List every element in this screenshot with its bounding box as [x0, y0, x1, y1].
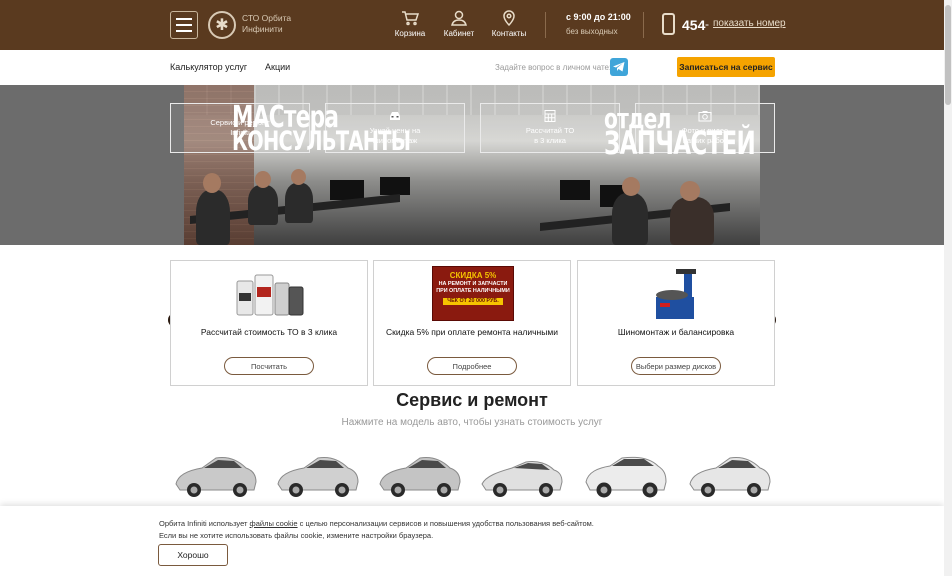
- phone-icon: [662, 13, 675, 35]
- promo-card-discount-title: Скидка 5% при оплате ремонта наличными: [386, 327, 558, 337]
- telegram-icon[interactable]: [610, 58, 628, 76]
- person: [248, 185, 278, 225]
- car-model-2[interactable]: [274, 448, 360, 500]
- person: [612, 193, 648, 245]
- cookie-text-part1: Орбита Infiniti использует: [159, 519, 250, 528]
- working-days: без выходных: [566, 27, 618, 36]
- monitor: [560, 180, 590, 200]
- cookie-text-line2: Если вы не хотите использовать файлы coo…: [159, 530, 434, 540]
- car-model-3[interactable]: [376, 448, 462, 500]
- logo-line-1: СТО Орбита: [242, 13, 292, 23]
- cookie-link[interactable]: файлы cookie: [250, 519, 298, 528]
- calculate-button[interactable]: Посчитать: [224, 357, 314, 375]
- details-button[interactable]: Подробнее: [427, 357, 517, 375]
- nav-cabinet-label: Кабинет: [443, 29, 475, 38]
- discount-banner-line4: ЧЕК ОТ 20 000 РУБ.: [443, 298, 503, 305]
- nav-contacts[interactable]: Контакты: [484, 10, 534, 38]
- discount-banner-line2: НА РЕМОНТ И ЗАПЧАСТИ: [438, 281, 508, 287]
- phone-number: 454: [682, 17, 706, 33]
- logo-wheel-icon[interactable]: ✱: [208, 11, 236, 39]
- section-title: Сервис и ремонт: [396, 390, 548, 410]
- paper-plane-icon: [613, 62, 625, 72]
- camera-icon: [698, 111, 712, 122]
- cookie-text: Орбита Infiniti использует файлы cookie …: [159, 518, 594, 541]
- nav-cart[interactable]: Корзина: [385, 10, 435, 38]
- person-head: [680, 181, 700, 201]
- discount-banner-line3: ПРИ ОПЛАТЕ НАЛИЧНЫМИ: [436, 288, 510, 294]
- menu-burger-button[interactable]: [170, 11, 198, 39]
- person-head: [291, 169, 306, 185]
- user-icon: [451, 10, 467, 26]
- car-model-1[interactable]: [172, 448, 258, 500]
- calculator-link[interactable]: Калькулятор услуг: [170, 62, 247, 72]
- nav-cabinet[interactable]: Кабинет: [434, 10, 484, 38]
- parts-handwriting-line2: ЗАПЧАСТЕЙ: [604, 124, 756, 162]
- logo-text[interactable]: СТО Орбита Инфинити: [242, 13, 291, 35]
- cookie-ok-button[interactable]: Хорошо: [158, 544, 228, 566]
- promotions-link[interactable]: Акции: [265, 62, 290, 72]
- oil-bottles-image: [236, 274, 304, 316]
- car-model-5[interactable]: [582, 448, 668, 500]
- location-pin-icon: [503, 10, 515, 26]
- person: [196, 190, 230, 245]
- cookie-banner: [0, 506, 944, 576]
- choose-disk-size-button[interactable]: Выбери размер дисков: [631, 357, 721, 375]
- book-service-button[interactable]: Записаться на сервис: [677, 57, 775, 77]
- hero-card-to[interactable]: Рассчитай ТО в 3 клика: [480, 103, 620, 153]
- hero-card-to-line2: в 3 клика: [534, 136, 566, 145]
- cart-icon: [402, 11, 419, 26]
- ask-question-text: Задайте вопрос в личном чате:: [495, 63, 612, 72]
- promo-card-to[interactable]: Рассчитай стоимость ТО в 3 клика Посчита…: [170, 260, 368, 386]
- section-subtitle: Нажмите на модель авто, чтобы узнать сто…: [341, 417, 603, 428]
- hero-banner: [0, 85, 944, 245]
- masters-handwriting-line2: КОНСУЛЬТАНТЫ: [232, 126, 411, 157]
- phone-dash: -: [705, 17, 709, 31]
- tire-changer-image: [656, 269, 696, 319]
- person-head: [255, 171, 271, 188]
- calculator-icon: [544, 110, 556, 122]
- logo-line-2: Инфинити: [242, 24, 283, 34]
- header-divider: [643, 12, 644, 38]
- person-head: [203, 173, 221, 193]
- monitor: [380, 177, 410, 195]
- cookie-text-part2: с целью персонализации сервисов и повыше…: [297, 519, 594, 528]
- promo-card-to-title: Рассчитай стоимость ТО в 3 клика: [200, 327, 338, 337]
- car-front-icon: [390, 112, 400, 120]
- discount-banner-line1: СКИДКА 5%: [449, 271, 497, 280]
- person: [670, 197, 714, 245]
- discount-banner: СКИДКА 5% НА РЕМОНТ И ЗАПЧАСТИ ПРИ ОПЛАТ…: [432, 266, 514, 321]
- header-divider: [545, 12, 546, 38]
- show-number-link[interactable]: показать номер: [713, 18, 786, 29]
- promo-card-tires-title: Шиномонтаж и балансировка: [617, 327, 735, 337]
- person: [285, 183, 313, 223]
- promo-card-tires[interactable]: Шиномонтаж и балансировка Выбери размер …: [577, 260, 775, 386]
- working-hours: с 9:00 до 21:00: [566, 12, 631, 22]
- person-head: [622, 177, 640, 196]
- hero-card-to-line1: Рассчитай ТО: [525, 126, 575, 135]
- promo-card-discount[interactable]: СКИДКА 5% НА РЕМОНТ И ЗАПЧАСТИ ПРИ ОПЛАТ…: [373, 260, 571, 386]
- nav-contacts-label: Контакты: [491, 29, 527, 38]
- car-model-6[interactable]: [686, 448, 772, 500]
- car-model-4[interactable]: [478, 448, 564, 500]
- monitor: [330, 180, 364, 200]
- sub-navigation: [0, 50, 944, 85]
- nav-cart-label: Корзина: [394, 29, 426, 38]
- scrollbar-thumb[interactable]: [945, 5, 951, 105]
